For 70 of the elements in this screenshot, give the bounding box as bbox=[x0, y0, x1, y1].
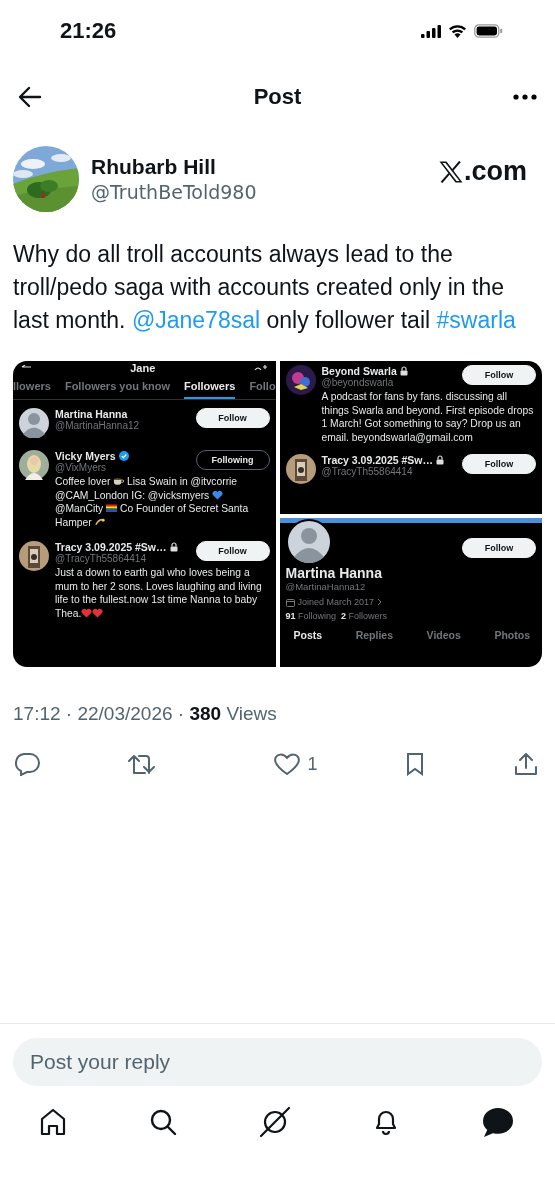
share-icon bbox=[512, 751, 539, 777]
user-handle[interactable]: @TracyTh55864414 bbox=[321, 466, 444, 477]
profile-tab[interactable]: Videos bbox=[426, 629, 461, 641]
header-title: Post bbox=[253, 84, 302, 110]
user-name[interactable]: Vicky Myers bbox=[55, 450, 116, 462]
rainbow-flag-icon bbox=[106, 503, 118, 513]
grok-tab[interactable] bbox=[258, 1106, 291, 1138]
heart-icon bbox=[212, 489, 224, 500]
profile-tab[interactable]: Photos bbox=[494, 629, 530, 641]
user-name[interactable]: Beyond Swarla bbox=[321, 365, 397, 377]
battery-icon bbox=[474, 24, 503, 38]
repost-icon bbox=[126, 752, 157, 776]
like-button[interactable]: 1 bbox=[271, 750, 320, 778]
tab[interactable]: Followers bbox=[184, 375, 236, 399]
follow-count[interactable]: 91 Following bbox=[285, 611, 337, 621]
user-bio: Coffee lover Lisa Swain in @itvcorrie @CAM_London IG: @vicksmyers @ManCity Co Founder of Secret Santa Hamper bbox=[55, 475, 250, 529]
joined-date: Joined March 2017 bbox=[297, 597, 375, 607]
chat-bubble-icon bbox=[481, 1106, 515, 1138]
heart-icon bbox=[273, 752, 302, 776]
search-icon bbox=[148, 1107, 179, 1137]
search-tab[interactable] bbox=[148, 1107, 179, 1137]
chevron-right-icon bbox=[377, 598, 383, 606]
follow-button[interactable]: Follow bbox=[462, 454, 536, 474]
profile-tab[interactable]: Posts bbox=[293, 629, 323, 641]
user-handle[interactable]: @MartinaHanna12 bbox=[55, 420, 140, 431]
tab[interactable]: Follo bbox=[249, 375, 276, 399]
coffee-cup-icon bbox=[113, 476, 125, 486]
profile-handle: @MartinaHanna12 bbox=[285, 581, 367, 592]
messages-tab[interactable] bbox=[481, 1106, 515, 1138]
calendar-icon bbox=[285, 597, 295, 607]
home-icon bbox=[38, 1107, 68, 1137]
user-bio: A podcast for fans by fans. discussing all things Swarla and beyond. First episode drops 1 March! Got something to say? Drop us an email. beyondswarla@gmail.com bbox=[321, 390, 535, 444]
home-tab[interactable] bbox=[38, 1107, 68, 1137]
user-name[interactable]: Martina Hanna bbox=[55, 408, 128, 420]
signal-icon bbox=[421, 24, 441, 38]
more-icon bbox=[513, 94, 537, 100]
screen-title: Jane bbox=[130, 362, 156, 374]
follow-button[interactable]: Follow bbox=[195, 408, 270, 428]
author-name[interactable]: Rhubarb Hill bbox=[91, 155, 427, 179]
profile-name: Martina Hanna bbox=[285, 565, 383, 581]
logo-icon bbox=[285, 365, 316, 395]
status-time: 21:26 bbox=[60, 18, 117, 44]
slashed-circle-icon bbox=[258, 1106, 291, 1138]
source-domain: .com bbox=[463, 156, 527, 187]
follow-button[interactable]: Follow bbox=[462, 538, 536, 558]
shooting-star-icon bbox=[94, 516, 106, 527]
post-timestamp: 17:12 · 22/03/2026 · 380 Views bbox=[13, 703, 278, 725]
user-handle[interactable]: @beyondswarla bbox=[321, 377, 408, 388]
user-handle[interactable]: @TracyTh55864414 bbox=[55, 553, 178, 564]
user-name[interactable]: Tracy 3.09.2025 #Sw… bbox=[321, 454, 433, 466]
heart-icon bbox=[81, 607, 93, 618]
heart-icon bbox=[92, 607, 104, 618]
user-name[interactable]: Tracy 3.09.2025 #Sw… bbox=[55, 541, 167, 553]
wifi-icon bbox=[448, 24, 467, 38]
x-logo-icon bbox=[438, 160, 463, 183]
post-text: Why do all troll accounts always lead to the troll/pedo saga with accounts created only in the last month. @Jane78sal only follower tail #swarla bbox=[13, 240, 517, 335]
reply-field[interactable]: Post your reply bbox=[13, 1038, 542, 1086]
tab[interactable]: llowers bbox=[13, 375, 51, 399]
reply-button[interactable] bbox=[12, 750, 42, 778]
reply-icon bbox=[14, 752, 40, 776]
profile-tab[interactable]: Replies bbox=[355, 629, 393, 641]
tab[interactable]: Followers you know bbox=[64, 375, 171, 399]
following-button[interactable]: Following bbox=[195, 450, 270, 470]
default-avatar-icon bbox=[19, 408, 49, 438]
follow-button[interactable]: Follow bbox=[195, 541, 270, 561]
user-handle[interactable]: @VixMyers bbox=[55, 462, 129, 473]
follow-button[interactable]: Follow bbox=[462, 365, 536, 385]
user-bio: Just a down to earth gal who loves being a mum to her 2 sons. Loves laughing and living life to the fullest.now 1st time Nanna to baby Thea. bbox=[55, 566, 263, 620]
follow-count[interactable]: 2 Followers bbox=[341, 611, 388, 621]
author-handle[interactable]: @TruthBeTold980 bbox=[91, 181, 427, 203]
